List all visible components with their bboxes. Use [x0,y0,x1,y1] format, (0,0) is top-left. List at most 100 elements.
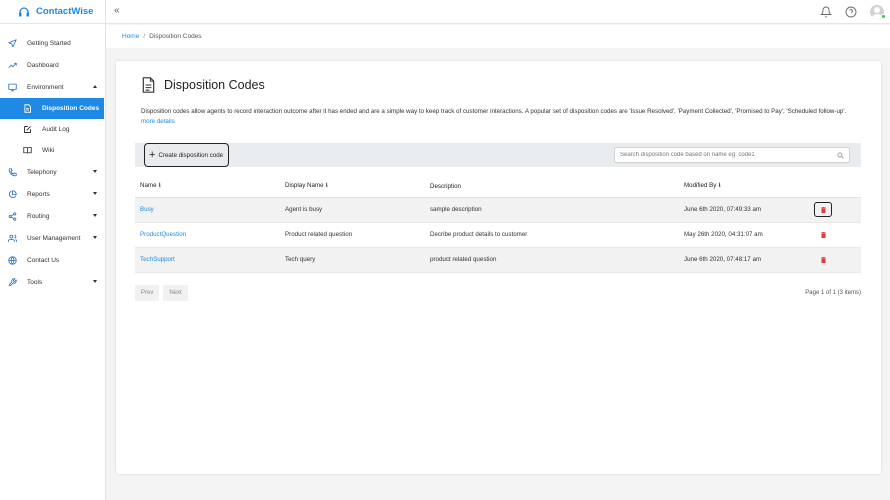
top-bar: « [106,0,890,24]
top-actions [820,0,890,24]
bell-icon[interactable] [820,6,832,18]
search-icon[interactable] [837,152,844,159]
sidebar-item-getting-started[interactable]: Getting Started [0,32,105,54]
sidebar-nav: Getting Started Dashboard Environment Di… [0,24,105,293]
column-header-modified-by[interactable]: Modified By ⭳ [679,177,809,198]
monitor-icon [8,83,17,92]
toolbar: + Create disposition code [135,143,861,167]
chevron-up-icon [93,85,97,88]
sort-icon: ⭳ [325,182,328,190]
cell-display-name: Tech query [280,247,425,273]
sidebar: ContactWise Getting Started Dashboard En… [0,0,106,500]
edit-icon [23,125,32,134]
help-icon[interactable] [845,6,857,18]
column-header-label: Modified By [684,182,717,190]
sidebar-item-label: Reports [27,190,50,198]
cell-name: ProductQuestion [135,222,280,248]
disposition-codes-table: Name ⭳ Display Name ⭳ Description Modified… [135,177,861,273]
chevron-down-icon [93,236,97,239]
globe-icon [8,255,17,265]
cell-description: sample description [425,197,679,223]
page-info: Page 1 of 1 (3 items) [805,290,861,296]
cell-name: Busy [135,197,280,223]
sidebar-item-disposition-codes[interactable]: Disposition Codes [0,98,104,119]
file-icon [23,104,32,113]
book-icon [23,146,32,155]
sidebar-item-label: Routing [27,212,50,220]
chevron-down-icon [93,214,97,217]
pie-icon [8,189,17,199]
table-row: TechSupport Tech query product related q… [135,247,861,273]
delete-button[interactable] [814,227,832,242]
cell-display-name: Product related question [280,222,425,248]
sidebar-item-tools[interactable]: Tools [0,271,105,293]
prev-page-button[interactable]: Prev [135,285,160,301]
cell-modified-by: June 6th 2020, 07:48:17 am [679,247,809,273]
cell-modified-by: May 26th 2020, 04:31:07 am [679,222,809,248]
sidebar-item-user-management[interactable]: User Management [0,227,105,249]
chevron-down-icon [93,192,97,195]
sidebar-item-dashboard[interactable]: Dashboard [0,54,105,76]
avatar-head [874,7,880,13]
sidebar-item-label: Dashboard [27,61,59,69]
sidebar-item-label: Environment [27,83,64,91]
search-input[interactable] [615,148,835,162]
sidebar-item-routing[interactable]: Routing [0,205,105,227]
code-name-link[interactable]: ProductQuestion [140,231,186,238]
page-description: Disposition codes allow agents to record… [141,107,861,127]
column-header-label: Display Name [285,182,324,190]
delete-button[interactable] [814,252,832,267]
page-title: Disposition Codes [142,77,265,93]
table-header-row: Name ⭳ Display Name ⭳ Description Modified… [135,177,861,198]
app-name: ContactWise [36,6,94,17]
chevron-down-icon [93,280,97,283]
sort-icon: ⭳ [718,182,721,190]
column-header-label: Name [140,182,157,190]
cell-description: Decribe product details to customer [425,222,679,248]
sidebar-item-reports[interactable]: Reports [0,183,105,205]
breadcrumb: Home / Disposition Codes [106,25,890,48]
column-header-name[interactable]: Name ⭳ [135,177,280,198]
breadcrumb-home-link[interactable]: Home [122,33,139,40]
trend-icon [8,61,17,70]
sidebar-item-label: Wiki [42,147,55,154]
sidebar-item-wiki[interactable]: Wiki [0,140,105,161]
sidebar-item-environment[interactable]: Environment [0,76,105,98]
sidebar-item-label: Getting Started [27,39,71,47]
collapse-sidebar-button[interactable]: « [114,5,120,16]
users-icon [8,234,17,243]
cell-actions [809,197,861,223]
create-button-label: Create disposition code [158,151,224,159]
code-name-link[interactable]: Busy [140,206,154,213]
brand[interactable]: ContactWise [0,0,105,24]
code-name-link[interactable]: TechSupport [140,256,175,263]
sidebar-item-audit-log[interactable]: Audit Log [0,119,105,140]
next-page-button[interactable]: Next [163,285,188,301]
page-title-text: Disposition Codes [164,78,265,92]
sidebar-item-label: Audit Log [42,126,70,133]
trash-icon [820,231,826,238]
share-icon [8,211,17,221]
column-header-label: Description [430,183,461,191]
cell-description: product related question [425,247,679,273]
column-header-display-name[interactable]: Display Name ⭳ [280,177,425,198]
column-header-description: Description [425,177,679,198]
description-text: Disposition codes allow agents to record… [141,108,847,115]
sidebar-item-contact-us[interactable]: Contact Us [0,249,105,271]
sidebar-item-telephony[interactable]: Telephony [0,161,105,183]
cell-actions [809,222,861,248]
phone-icon [8,167,17,177]
cell-actions [809,247,861,273]
online-status-indicator [881,14,886,19]
column-header-actions [809,177,861,198]
search-box [614,147,850,163]
sidebar-item-label: Contact Us [27,256,60,264]
create-disposition-code-button[interactable]: + Create disposition code [144,143,229,167]
chevron-down-icon [93,170,97,173]
headset-logo-icon [19,6,29,16]
more-details-link[interactable]: more details [141,118,175,125]
cell-modified-by: June 6th 2020, 07:49:33 am [679,197,809,223]
table-row: Busy Agent is busy sample description Ju… [135,197,861,223]
cell-name: TechSupport [135,247,280,273]
delete-button[interactable] [814,202,832,217]
